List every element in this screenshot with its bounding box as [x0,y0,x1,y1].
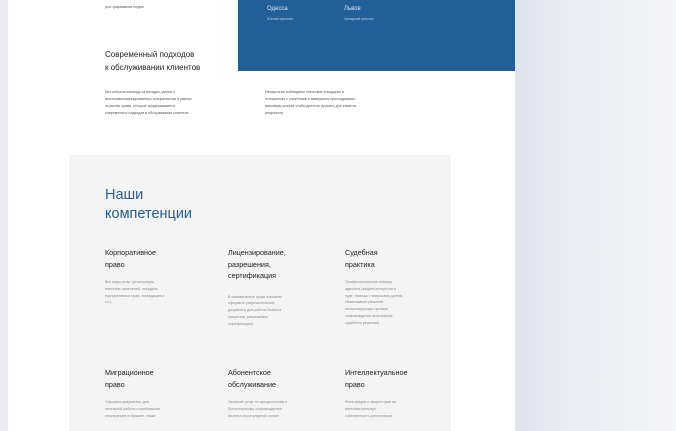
text-line: суде, помощь с вопросами долгов, [345,293,403,298]
competency-card-subscription[interactable]: Абонентское обслуживание Оказание услуг … [228,367,320,419]
text-line: судебного решения) [345,320,379,325]
text-line: контролирующих органов, [345,307,389,312]
paragraph-line: отраслях права, которые придерживается [105,104,176,108]
title-line: сертификация [228,271,276,280]
paragraph-line: максимум усилий чтобы достичь лучшего дл… [265,104,357,108]
text-line: Оформим документы, для [105,400,149,404]
text-line: внесение изменений, передача [105,286,158,291]
competency-card-corporate[interactable]: Корпоративное право Все виды услуг (реги… [105,247,197,306]
text-line: Регистрация и защита прав на [345,400,397,404]
office-name: Львов [344,6,361,12]
title-line: право [105,379,125,389]
text-line: собственность (регистрация [345,413,393,418]
text-line: сертификация) [228,321,254,326]
office-subtitle: Западный филиал [344,17,375,21]
text-line: документы для работы бизнеса [228,308,281,313]
title-line: Судебная [345,248,378,257]
competency-card-title: Миграционное право [105,367,197,390]
title-line: компетенции [105,206,193,222]
title-line: Современный подходов [105,50,195,59]
title-line: Наши [105,187,144,203]
paragraph-line: отношениях с клиентами и завершено прикл… [265,97,355,101]
text-line: иностранцев в Украине, также [105,413,156,418]
competency-card-migration[interactable]: Миграционное право Оформим документы, дл… [105,367,197,419]
competency-card-litigation[interactable]: Судебная практика Профессиональная помощ… [345,247,437,327]
paragraph-line: современных подходов в обслуживании клие… [105,111,189,115]
text-line: легальной работы и пребывания [105,406,160,411]
office-subtitle: Южный филиал [267,17,294,21]
text-line: интеллектуальную [345,406,377,411]
competency-card-description: Регистрация и защита прав на интеллектуа… [345,399,437,419]
title-line: к обслуживании клиентов [105,63,201,72]
title-line: Корпоративное [105,248,156,257]
competency-card-licensing[interactable]: Лицензирование, разрешения, сертификация… [228,247,320,327]
title-line: практика [345,259,375,269]
competency-card-title: Лицензирование, разрешения, сертификация [228,247,320,282]
text-line: сопровождение выполнения [345,313,393,318]
page-background-right [515,0,676,431]
competency-card-description: Все виды услуг (регистрация, внесение из… [105,279,197,306]
title-line: право [345,379,365,389]
title-line: Лицензирование, [228,248,286,257]
text-line: В минимальные сроки поможем [228,294,282,299]
office-name: Одесса [267,6,288,12]
competencies-section: Наши компетенции Корпоративное право Все… [69,155,451,431]
title-line: обслуживание [228,379,277,389]
competencies-title: Наши компетенции [105,186,192,224]
office-lviv: Львов Западный филиал [344,6,374,21]
page-content: рос фармаком,недок Одесса Южный филиал Л… [8,0,515,431]
title-line: Интеллектуальное [345,368,408,377]
text-line: Оказание услуг по юридическому и [228,400,288,404]
text-line: бухгалтерскому сопровождению [228,406,283,411]
text-line: оформить разрешительные [228,301,275,306]
paragraph-line: Мы собрали команду из мегадиз, умных к [105,90,175,94]
paragraph-line: результата [265,111,284,115]
approach-paragraph-team: Мы собрали команду из мегадиз, умных к в… [105,89,192,117]
text-line: Все виды услуг (регистрация, [105,280,155,284]
competency-card-title: Интеллектуальное право [345,367,437,390]
paragraph-line: Неизуклено соблюдаем этические стандарты… [265,90,344,94]
title-line: право [105,259,125,269]
competency-card-title: Судебная практика [345,247,437,270]
approach-paragraph-ethics: Неизуклено соблюдаем этические стандарты… [265,89,356,117]
text-line: адвоката (защита интересов в [345,286,396,291]
title-line: Абонентское [228,368,271,377]
competency-card-intellectual[interactable]: Интеллектуальное право Регистрация и защ… [345,367,437,419]
text-line: корпоративных прав, ликвидация и [105,293,164,298]
text-line: обжалование решений [345,300,384,305]
text-line: т.п.) [105,300,112,305]
offices-banner: Одесса Южный филиал Львов Западный филиа… [238,0,515,71]
title-line: Миграционное [105,368,154,377]
competency-card-description: В минимальные сроки поможем оформить раз… [228,294,320,328]
competency-card-description: Оказание услуг по юридическому и бухгалт… [228,399,320,419]
competency-card-title: Корпоративное право [105,247,197,270]
office-odessa: Одесса Южный филиал [267,6,293,21]
text-line: бизнеса на регулярной основе [228,413,280,418]
approach-section-title: Современный подходов к обслуживании клие… [105,48,200,74]
text-line: Профессиональная помощь [345,280,393,284]
paragraph-line: высококвалифицированных специалистов в р… [105,97,192,101]
competency-card-description: Оформим документы, для легальной работы … [105,399,197,419]
competency-card-title: Абонентское обслуживание [228,367,320,390]
text-line: (лицензии, разрешения, [228,314,269,319]
competency-card-description: Профессиональная помощь адвоката (защита… [345,279,437,327]
cut-off-text-fragment: рос фармаком,недок [105,4,144,9]
title-line: разрешения, [228,259,271,269]
